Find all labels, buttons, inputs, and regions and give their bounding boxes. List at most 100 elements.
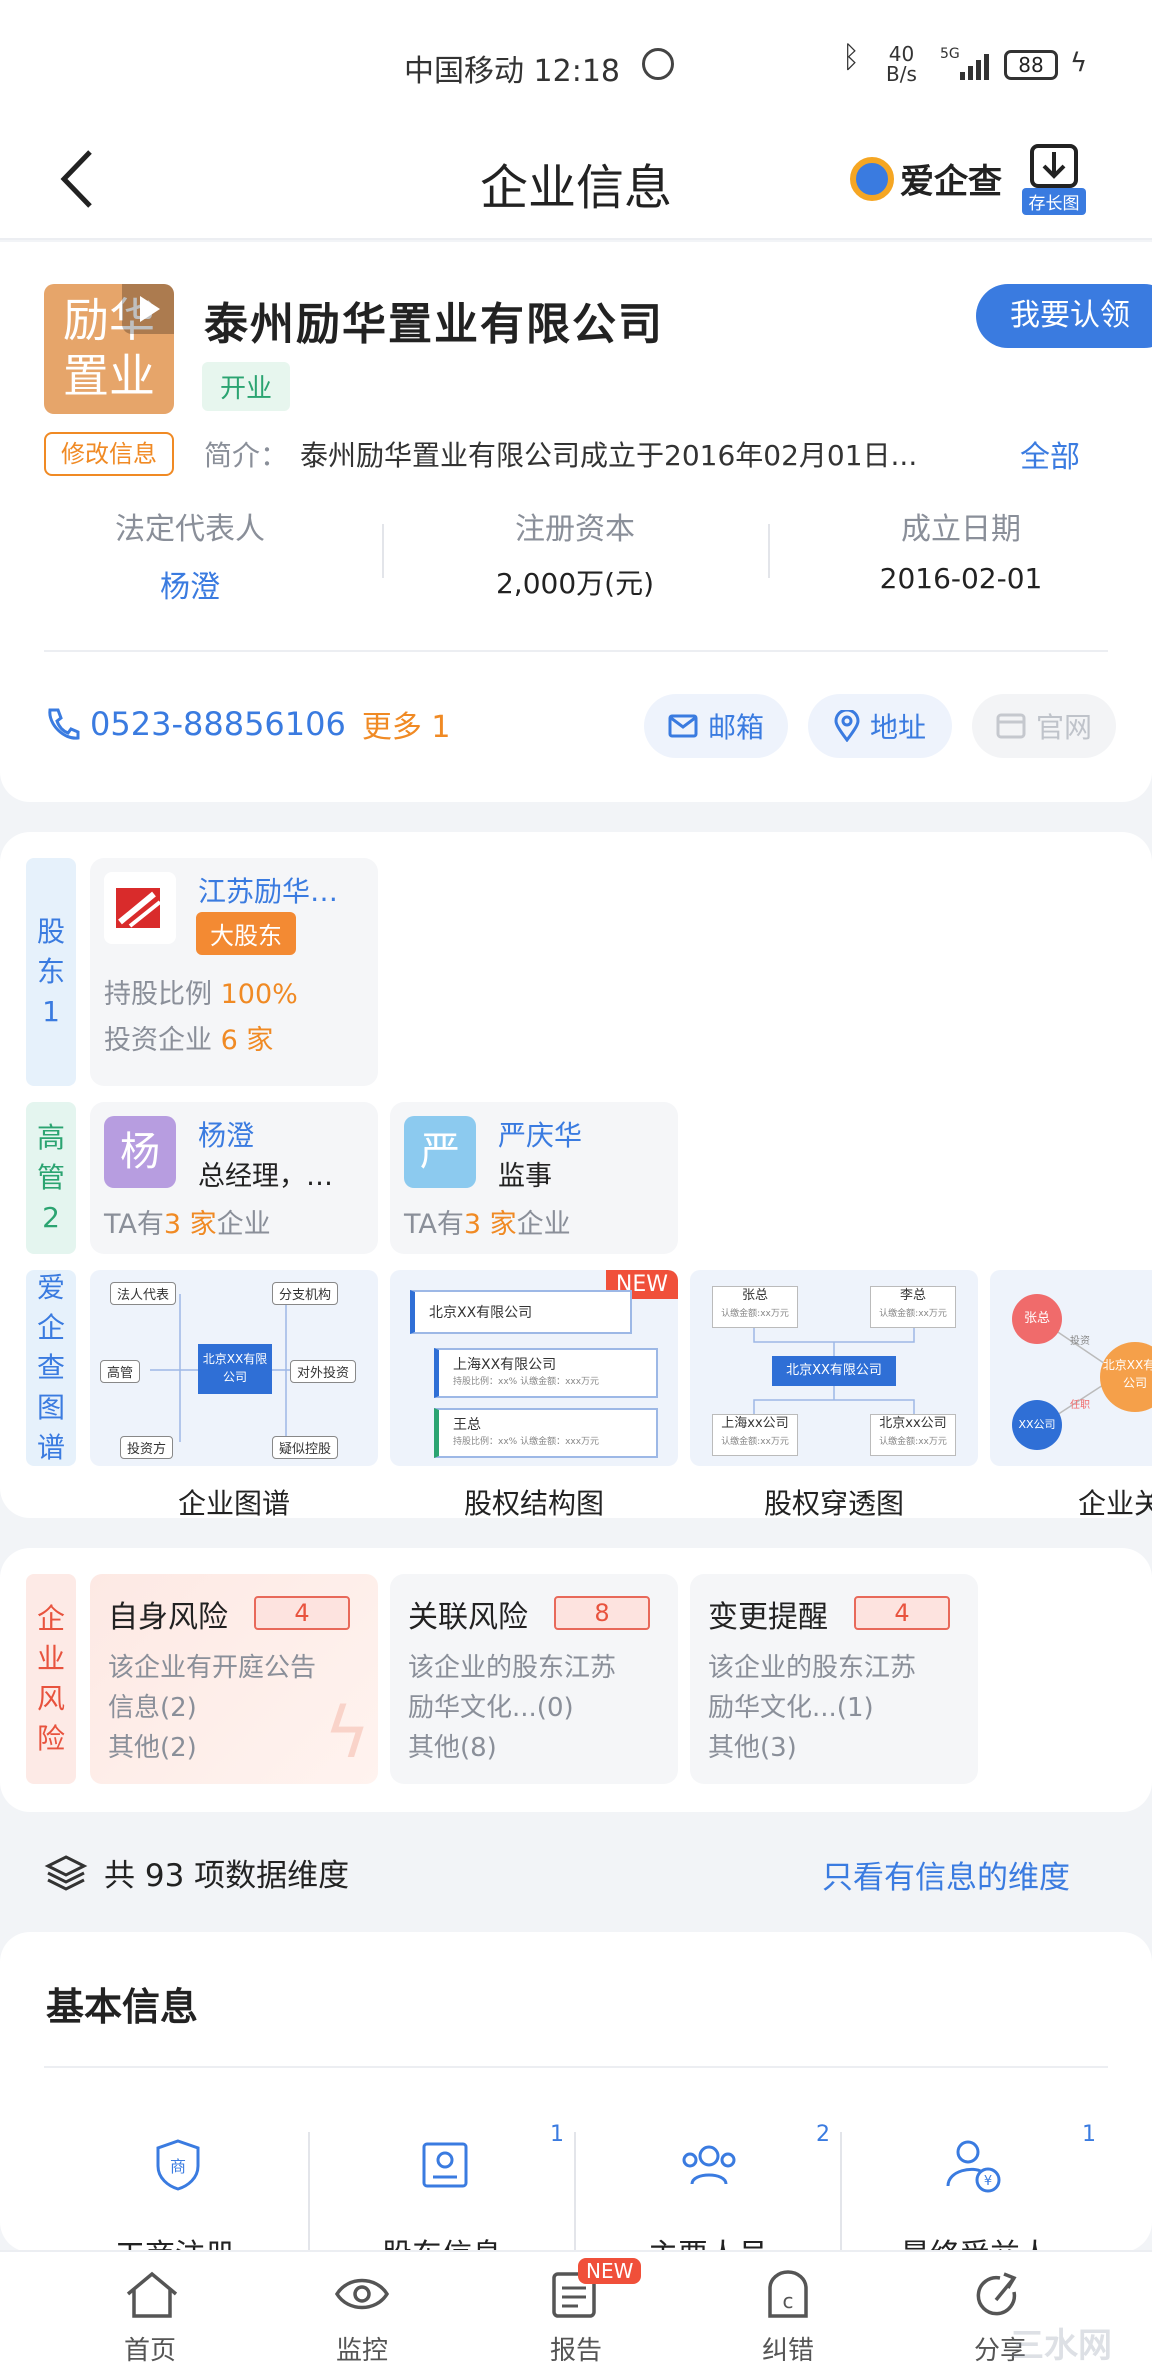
enterprise-graph-preview: 北京XX有限公司 法人代表 分支机构 高管 对外投资 投资方 疑似控股	[90, 1270, 378, 1466]
executive-role: 总经理，…	[198, 1161, 333, 1192]
svg-text:商: 商	[170, 2157, 186, 2176]
avatar: 杨	[104, 1116, 176, 1188]
nav-report[interactable]: NEW 报告	[486, 2258, 666, 2370]
risk-label[interactable]: 企业风险	[26, 1574, 76, 1784]
risk-item-self[interactable]: 自身风险 4 该企业有开庭公告 信息(2) 其他(2) ϟ	[90, 1574, 378, 1784]
share-icon	[976, 2272, 1017, 2316]
charging-icon: ϟ	[1070, 48, 1088, 78]
carrier-time: 中国移动 12:18	[404, 54, 620, 89]
holding-ratio: 持股比例 100%	[104, 979, 298, 1010]
net-speed: 40 B/s	[886, 42, 917, 86]
executive-companies: TA有3 家企业	[104, 1209, 271, 1240]
phone-more: 更多 1	[361, 710, 451, 745]
risk-item-related[interactable]: 关联风险 8 该企业的股东江苏 励华文化...(0) 其他(8)	[390, 1574, 678, 1784]
major-shareholder-badge: 大股东	[196, 912, 296, 955]
risk-card: 企业风险 自身风险 4 该企业有开庭公告 信息(2) 其他(2) ϟ 关联风险 8 …	[0, 1548, 1152, 1812]
basic-item-beneficiary[interactable]: 1 ¥ 最终受益人	[842, 2118, 1108, 2273]
equity-structure-preview: NEW 北京XX有限公司 上海XX有限公司 持股比例：xx% 认缴金额：xxx万元…	[390, 1270, 678, 1466]
dimensions-count: 共 93 项数据维度	[104, 1858, 350, 1894]
basic-item-shareholders[interactable]: 1 股东信息	[310, 2118, 574, 2273]
edit-info-button[interactable]: 修改信息	[44, 432, 174, 476]
shareholders-label[interactable]: 股东1	[26, 858, 76, 1086]
play-icon	[122, 284, 174, 334]
hand-icon	[642, 48, 674, 80]
bluetooth-icon: ᛒ	[842, 40, 860, 75]
risk-detail: 该企业有开庭公告 信息(2) 其他(2)	[108, 1653, 317, 1763]
item-count: 2	[816, 2122, 830, 2147]
divider	[44, 2066, 1108, 2068]
download-icon	[1030, 144, 1078, 188]
risk-title: 变更提醒	[708, 1600, 828, 1635]
status-badge: 开业	[202, 362, 291, 411]
executive-name: 严庆华	[498, 1119, 583, 1152]
aiqicha-logo: 爱企查	[850, 154, 1002, 203]
intro-more-link[interactable]: 全部	[1020, 432, 1080, 476]
legal-rep-value[interactable]: 杨澄	[0, 562, 380, 606]
claim-button[interactable]: 我要认领	[976, 284, 1152, 348]
address-button[interactable]: 地址	[808, 694, 952, 758]
item-count: 1	[1082, 2122, 1096, 2147]
item-count: 1	[550, 2122, 564, 2147]
executive-card[interactable]: 杨 杨澄 总经理，… TA有3 家企业	[90, 1102, 378, 1254]
company-logo[interactable]: 励华 置业	[44, 284, 174, 414]
enterprise-relation-preview: 张总 XX公司 北京XX有限公司 投资 任职	[990, 1270, 1152, 1466]
new-badge: NEW	[578, 2258, 642, 2284]
website-button[interactable]: 官网	[972, 694, 1116, 758]
correction-icon: c	[768, 2270, 808, 2318]
save-long-image-button[interactable]: 存长图	[1022, 142, 1086, 215]
company-card: 励华 置业 泰州励华置业有限公司 开业 我要认领 修改信息 简介： 泰州励华置业有…	[0, 242, 1152, 802]
mail-icon	[668, 714, 698, 738]
basic-item-registration[interactable]: 商 工商注册	[44, 2118, 306, 2273]
signal-icon	[958, 52, 994, 80]
divider	[0, 238, 1152, 240]
beneficiary-icon: ¥	[946, 2140, 1001, 2193]
equity-penetration-preview: 张总 认缴金额:xx万元 李总 认缴金额:xx万元 北京XX有限公司 上海xx公司认…	[690, 1270, 978, 1466]
signal-label: 5G	[940, 46, 960, 62]
top-bar: 企业信息 爱企查 存长图	[0, 128, 1152, 240]
nav-monitor[interactable]: 监控	[272, 2260, 452, 2370]
shareholder-card[interactable]: 江苏励华… 大股东 持股比例 100% 投资企业 6 家	[90, 858, 378, 1086]
nav-home[interactable]: 首页	[60, 2260, 240, 2370]
aiqicha-logo-icon	[850, 156, 894, 201]
equity-penetration-card[interactable]: 张总 认缴金额:xx万元 李总 认缴金额:xx万元 北京XX有限公司 上海xx公司认…	[690, 1270, 978, 1536]
executive-companies: TA有3 家企业	[404, 1209, 571, 1240]
bottom-nav: 首页 监控 NEW 报告 c 纠错 分享 三水网	[0, 2250, 1152, 2376]
founded-label: 成立日期	[901, 512, 1021, 547]
dimensions-row: 共 93 项数据维度	[44, 1850, 349, 1895]
phone-number: 0523-88856106	[90, 705, 346, 743]
shield-icon: 商	[156, 2139, 200, 2191]
capital-label: 注册资本	[515, 512, 635, 547]
equity-structure-card[interactable]: NEW 北京XX有限公司 上海XX有限公司 持股比例：xx% 认缴金额：xxx万元…	[390, 1270, 678, 1536]
risk-detail: 该企业的股东江苏 励华文化...(0) 其他(8)	[408, 1653, 617, 1763]
founded-value: 2016-02-01	[879, 562, 1043, 595]
executive-card[interactable]: 严 严庆华 监事 TA有3 家企业	[390, 1102, 678, 1254]
capital-value: 2,000万(元)	[495, 567, 654, 600]
enterprise-relation-card[interactable]: 张总 XX公司 北京XX有限公司 投资 任职 企业关系	[990, 1270, 1152, 1536]
battery-icon: 88	[1004, 50, 1058, 80]
svg-text:c: c	[783, 2289, 794, 2313]
filter-dimensions-link[interactable]: 只看有信息的维度	[822, 1852, 1070, 1897]
graph-caption: 股权穿透图	[763, 1487, 904, 1520]
email-button[interactable]: 邮箱	[644, 694, 788, 758]
shareholder-name[interactable]: 江苏励华…	[198, 870, 338, 910]
graphs-label[interactable]: 爱企查图谱	[26, 1270, 76, 1466]
executive-name: 杨澄	[198, 1119, 255, 1152]
executive-role: 监事	[498, 1161, 552, 1192]
phone-row[interactable]: 0523-88856106 更多 1	[44, 702, 450, 746]
home-icon	[126, 2271, 178, 2318]
svg-text:¥: ¥	[984, 2174, 992, 2189]
executives-label[interactable]: 高管2	[26, 1102, 76, 1254]
enterprise-graph-card[interactable]: 北京XX有限公司 法人代表 分支机构 高管 对外投资 投资方 疑似控股 企业图谱	[90, 1270, 378, 1536]
graph-caption: 股权结构图	[463, 1487, 604, 1520]
risk-title: 关联风险	[408, 1600, 528, 1635]
invested-companies: 投资企业 6 家	[104, 1025, 274, 1056]
intro-label: 简介：	[204, 439, 289, 472]
risk-item-change[interactable]: 变更提醒 4 该企业的股东江苏 励华文化...(1) 其他(3)	[690, 1574, 978, 1784]
phone-icon	[48, 708, 80, 740]
nav-correction[interactable]: c 纠错	[698, 2260, 878, 2370]
basic-item-key-personnel[interactable]: 2 主要人员	[576, 2118, 840, 2273]
section-title: 基本信息	[46, 1984, 199, 2029]
risk-title: 自身风险	[108, 1600, 228, 1635]
relations-card: 股东1 江苏励华… 大股东 持股比例 100% 投资企业 6 家 高管2 杨 杨…	[0, 832, 1152, 1520]
basic-info-card: 基本信息 商 工商注册 1 股东信息 2 主要人员 1 ¥ 最终受益人	[0, 1932, 1152, 2273]
